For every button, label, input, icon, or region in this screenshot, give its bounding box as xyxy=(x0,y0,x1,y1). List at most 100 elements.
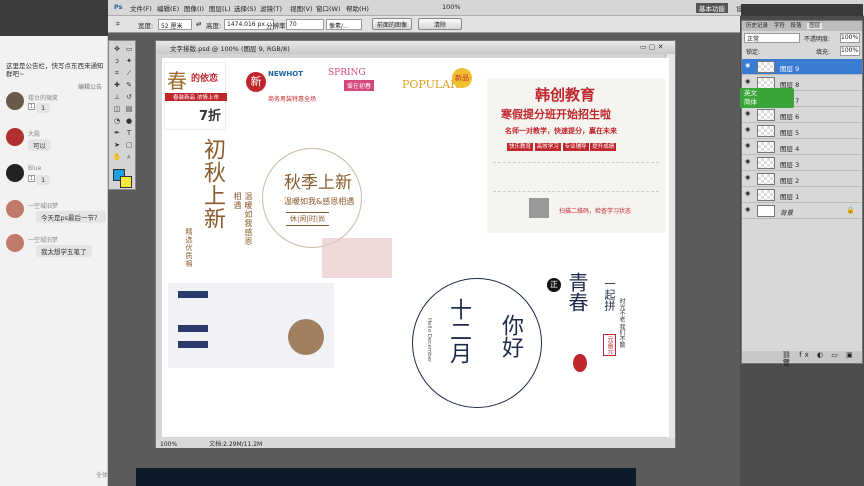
eye-icon[interactable]: ◉ xyxy=(745,127,752,133)
file-info: 文档:2.29M/11.2M xyxy=(209,441,263,448)
zoom-level[interactable]: 100% xyxy=(160,441,177,448)
background-color-swatch[interactable] xyxy=(120,176,132,188)
layer-row[interactable]: ◉ 图层 2 xyxy=(742,171,862,187)
resolution-field[interactable]: 70 xyxy=(286,19,324,30)
zoom-dropdown[interactable]: 100% xyxy=(442,3,461,11)
gradient-icon[interactable]: ▤ xyxy=(124,105,134,113)
dodge-icon[interactable]: ● xyxy=(124,117,134,125)
menu-layer[interactable]: 图层(L) xyxy=(209,3,231,13)
layer-name: 图层 6 xyxy=(780,113,800,121)
eye-icon[interactable]: ◉ xyxy=(745,207,752,213)
front-image-button[interactable]: 前面的图像 xyxy=(372,18,413,30)
avatar[interactable] xyxy=(6,128,24,146)
early-autumn-warm: 温暖如我感恩相遇 xyxy=(233,192,253,246)
newhot-title: NEWHOT xyxy=(268,70,303,78)
width-field[interactable]: 52 厘米 xyxy=(158,19,192,30)
popular-badge: 新品 xyxy=(452,68,472,88)
window-controls[interactable]: ▭ ▢ ✕ xyxy=(640,43,664,51)
edu-poster: 韩创教育 寒假提分班开始招生啦 名师一对教学，快速提分，赢在未来 快乐教育 高效… xyxy=(487,78,665,233)
autumn-tag: 休|闲|时|尚 xyxy=(286,212,330,226)
crop-tool-icon[interactable]: ⌗ xyxy=(116,20,120,29)
menu-image[interactable]: 图像(I) xyxy=(184,3,204,13)
avatar[interactable] xyxy=(6,200,24,218)
fill-field[interactable]: 100% xyxy=(840,46,860,56)
layer-name: 图层 2 xyxy=(780,177,800,185)
magic-wand-icon[interactable]: ✦ xyxy=(124,57,134,65)
december-poster: 十二月 你好 Hello December xyxy=(412,258,552,436)
layer-name: 图层 9 xyxy=(780,65,800,73)
blend-mode-select[interactable]: 正常 xyxy=(744,33,800,43)
document-tab[interactable]: 文字排版.psd @ 100% (图层 9, RGB/8) xyxy=(156,41,675,54)
edit-announcement-link[interactable]: 编辑公告 xyxy=(78,82,102,91)
shape-icon[interactable]: ▢ xyxy=(124,141,134,149)
avatar[interactable] xyxy=(6,234,24,252)
type-tool-icon[interactable]: T xyxy=(124,129,134,137)
resolution-unit-select[interactable]: 像素/... xyxy=(326,19,362,30)
move-tool-icon[interactable]: ✥ xyxy=(112,45,122,53)
layers-panel: 历史记录 字符 段落 图层 正常 不透明度: 100% 锁定: 填充: 100%… xyxy=(741,20,863,367)
workspace-essentials[interactable]: 基本功能 xyxy=(696,3,728,13)
hand-icon[interactable]: ✋ xyxy=(112,153,122,161)
tab-layers[interactable]: 图层 xyxy=(807,23,823,29)
sender-name: Blue xyxy=(28,165,42,172)
layer-thumbnail xyxy=(757,205,775,217)
menu-select[interactable]: 选择(S) xyxy=(234,3,256,13)
eye-icon[interactable]: ◉ xyxy=(745,175,752,181)
tab-character[interactable]: 字符 xyxy=(774,23,785,29)
crop-icon[interactable]: ⌗ xyxy=(112,69,122,77)
tab-history[interactable]: 历史记录 xyxy=(746,23,768,29)
menu-filter[interactable]: 滤镜(T) xyxy=(260,3,282,13)
edu-title: 韩创教育 xyxy=(535,86,596,104)
clear-button[interactable]: 清除 xyxy=(418,18,462,30)
eye-icon[interactable]: ◉ xyxy=(745,143,752,149)
eye-icon[interactable]: ◉ xyxy=(745,111,752,117)
sender-name: 楼台的微笑 xyxy=(28,95,59,102)
canvas[interactable]: 春 的依恋 春装新品 浓情上市 7折 新 NEWHOT 商务男装特惠全场 SPR… xyxy=(162,58,669,437)
layer-row[interactable]: ◉ 图层 6 xyxy=(742,107,862,123)
eye-icon[interactable]: ◉ xyxy=(745,63,752,69)
eye-icon[interactable]: ◉ xyxy=(745,159,752,165)
brush-icon[interactable]: ✎ xyxy=(124,81,134,89)
menu-help[interactable]: 帮助(H) xyxy=(346,3,369,13)
tab-paragraph[interactable]: 段落 xyxy=(791,23,802,29)
resolution-label: 分辨率: xyxy=(266,22,288,30)
healing-icon[interactable]: ✚ xyxy=(112,81,122,89)
edu-tag: 专业辅导 xyxy=(562,143,589,151)
seven-discount: 7折 xyxy=(199,109,222,124)
layer-actions-bar[interactable]: ⛓ fx ◐ ▭ ▣ 🗑 xyxy=(742,351,862,367)
avatar[interactable] xyxy=(6,92,24,110)
panel-collapse-bar[interactable] xyxy=(741,4,863,16)
history-brush-icon[interactable]: ↺ xyxy=(124,93,134,101)
lasso-tool-icon[interactable]: ↄ xyxy=(112,57,122,65)
blur-icon[interactable]: ◔ xyxy=(112,117,122,125)
path-select-icon[interactable]: ➤ xyxy=(112,141,122,149)
stamp-icon[interactable]: ⊥ xyxy=(112,93,122,101)
level-badge: 1 xyxy=(28,175,35,182)
menu-window[interactable]: 窗口(W) xyxy=(316,3,341,13)
eye-icon[interactable]: ◉ xyxy=(745,191,752,197)
menu-edit[interactable]: 编辑(E) xyxy=(157,3,179,13)
avatar[interactable] xyxy=(6,164,24,182)
marquee-tool-icon[interactable]: ▭ xyxy=(124,45,134,53)
eraser-icon[interactable]: ◫ xyxy=(112,105,122,113)
zoom-tool-icon[interactable]: ⌕ xyxy=(124,153,134,161)
edu-tag: 快乐教育 xyxy=(507,143,534,151)
eye-icon[interactable]: ◉ xyxy=(745,79,752,85)
eyedropper-icon[interactable]: ⁄ xyxy=(124,69,134,77)
spring-char: 春 xyxy=(167,69,187,93)
menu-file[interactable]: 文件(F) xyxy=(130,3,152,13)
sender-name: 一空城旧梦 xyxy=(28,237,59,244)
swap-icon[interactable]: ⇄ xyxy=(196,20,201,28)
height-label: 高度: xyxy=(206,22,222,30)
opacity-field[interactable]: 100% xyxy=(840,33,860,43)
fill-label: 填充: xyxy=(816,49,831,56)
layer-row[interactable]: ◉ 图层 5 xyxy=(742,123,862,139)
layer-row[interactable]: ◉ 图层 3 xyxy=(742,155,862,171)
pen-icon[interactable]: ✒ xyxy=(112,129,122,137)
layer-row[interactable]: ◉ 图层 1 xyxy=(742,187,862,203)
menu-view[interactable]: 视图(V) xyxy=(290,3,313,13)
layer-row[interactable]: ◉ 图层 4 xyxy=(742,139,862,155)
layer-row[interactable]: ◉ 图层 9 xyxy=(742,59,862,75)
layer-row[interactable]: ◉ 背景 🔒 xyxy=(742,203,862,219)
tools-panel: ✥ ▭ ↄ ✦ ⌗ ⁄ ✚ ✎ ⊥ ↺ ◫ ▤ ◔ ● ✒ T ➤ ▢ ✋ ⌕ xyxy=(108,40,136,190)
